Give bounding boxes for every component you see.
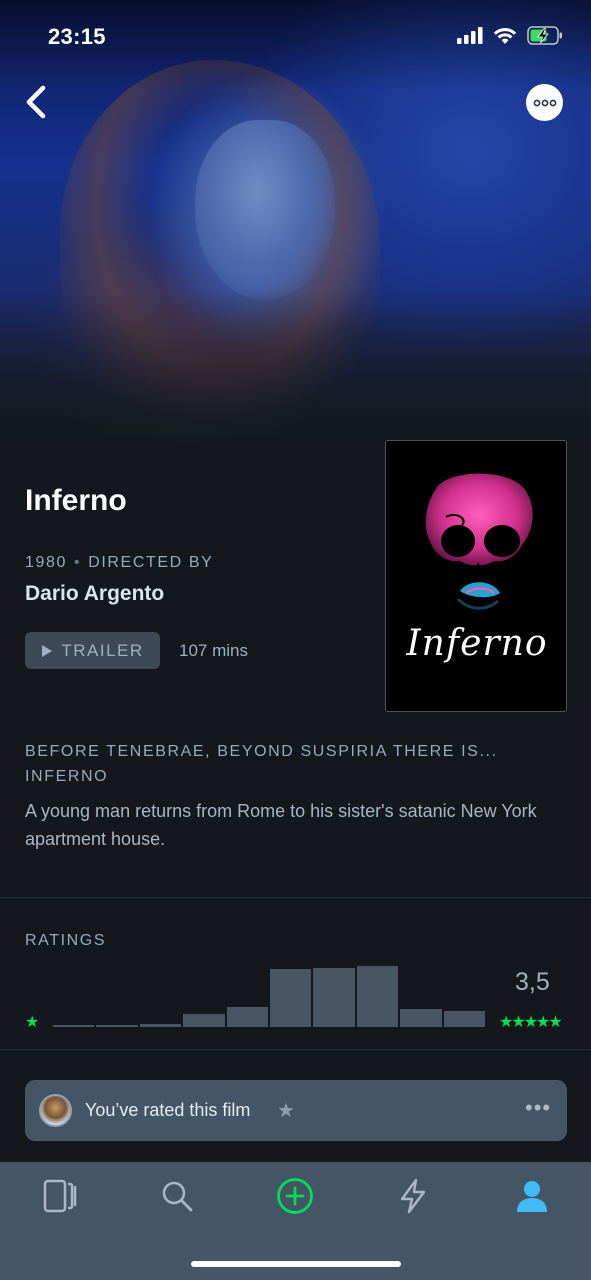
director-link[interactable]: Dario Argento: [25, 582, 164, 606]
films-icon: [43, 1179, 77, 1213]
poster-skull-art: [425, 473, 533, 610]
histogram-bar[interactable]: [400, 1009, 442, 1027]
separator-dot: •: [74, 554, 82, 571]
histogram-bar[interactable]: [443, 1010, 485, 1027]
search-tab[interactable]: [157, 1176, 197, 1216]
ratings-min-star: ★: [25, 1014, 40, 1031]
histogram-bar[interactable]: [139, 1023, 182, 1027]
chevron-left-icon: [26, 85, 46, 119]
avatar: [39, 1094, 72, 1127]
average-rating[interactable]: 3,5: [515, 968, 550, 997]
film-year[interactable]: 1980: [25, 554, 67, 572]
rated-text: You’ve rated this film: [85, 1100, 251, 1120]
histogram-bar[interactable]: [96, 1025, 138, 1027]
add-icon: [277, 1178, 313, 1214]
film-meta: 1980 • DIRECTED BY: [25, 554, 213, 572]
backdrop-image: [0, 0, 591, 470]
wifi-icon: [493, 27, 517, 44]
activity-tab[interactable]: [393, 1176, 433, 1216]
section-divider: [0, 897, 591, 898]
histogram-bar[interactable]: [53, 1025, 95, 1027]
section-divider: [0, 1049, 591, 1050]
histogram-bar[interactable]: [356, 966, 399, 1027]
film-poster[interactable]: Inferno: [385, 440, 567, 712]
battery-charging-icon: [527, 26, 562, 45]
runtime: 107 mins: [179, 641, 248, 660]
trailer-button[interactable]: TRAILER: [25, 632, 160, 669]
ratings-histogram[interactable]: [53, 960, 485, 1027]
add-tab[interactable]: [275, 1176, 315, 1216]
search-icon: [162, 1181, 193, 1212]
play-icon: [42, 644, 53, 657]
more-options-button[interactable]: [526, 84, 563, 121]
rated-more-button[interactable]: •••: [525, 1095, 551, 1121]
histogram-bar[interactable]: [183, 1013, 225, 1027]
home-indicator[interactable]: [191, 1261, 401, 1267]
histogram-bar[interactable]: [226, 1006, 268, 1027]
star-outline-icon: ★: [277, 1100, 295, 1122]
directed-by-label: DIRECTED BY: [88, 554, 214, 571]
ratings-label: RATINGS: [25, 932, 107, 949]
more-dots-icon: [533, 99, 556, 106]
poster-title: Inferno: [406, 623, 548, 664]
trailer-label: TRAILER: [61, 640, 144, 660]
profile-tab[interactable]: [512, 1176, 552, 1216]
status-icons: [457, 26, 563, 45]
tagline: BEFORE TENEBRAE, BEYOND SUSPIRIA THERE I…: [25, 743, 498, 785]
status-time: 23:15: [48, 24, 106, 49]
film-title: Inferno: [25, 484, 127, 517]
histogram-bar[interactable]: [270, 969, 312, 1027]
synopsis[interactable]: A young man returns from Rome to his sis…: [25, 797, 555, 853]
back-button[interactable]: [20, 84, 54, 120]
films-tab[interactable]: [40, 1176, 80, 1216]
lightning-icon: [400, 1178, 426, 1214]
histogram-bar[interactable]: [313, 967, 355, 1027]
rated-film-banner[interactable]: You’ve rated this film ★ •••: [25, 1080, 567, 1141]
profile-icon: [517, 1181, 547, 1212]
signal-icon: [457, 27, 483, 44]
ratings-max-stars: ★★★★★: [499, 1014, 563, 1031]
